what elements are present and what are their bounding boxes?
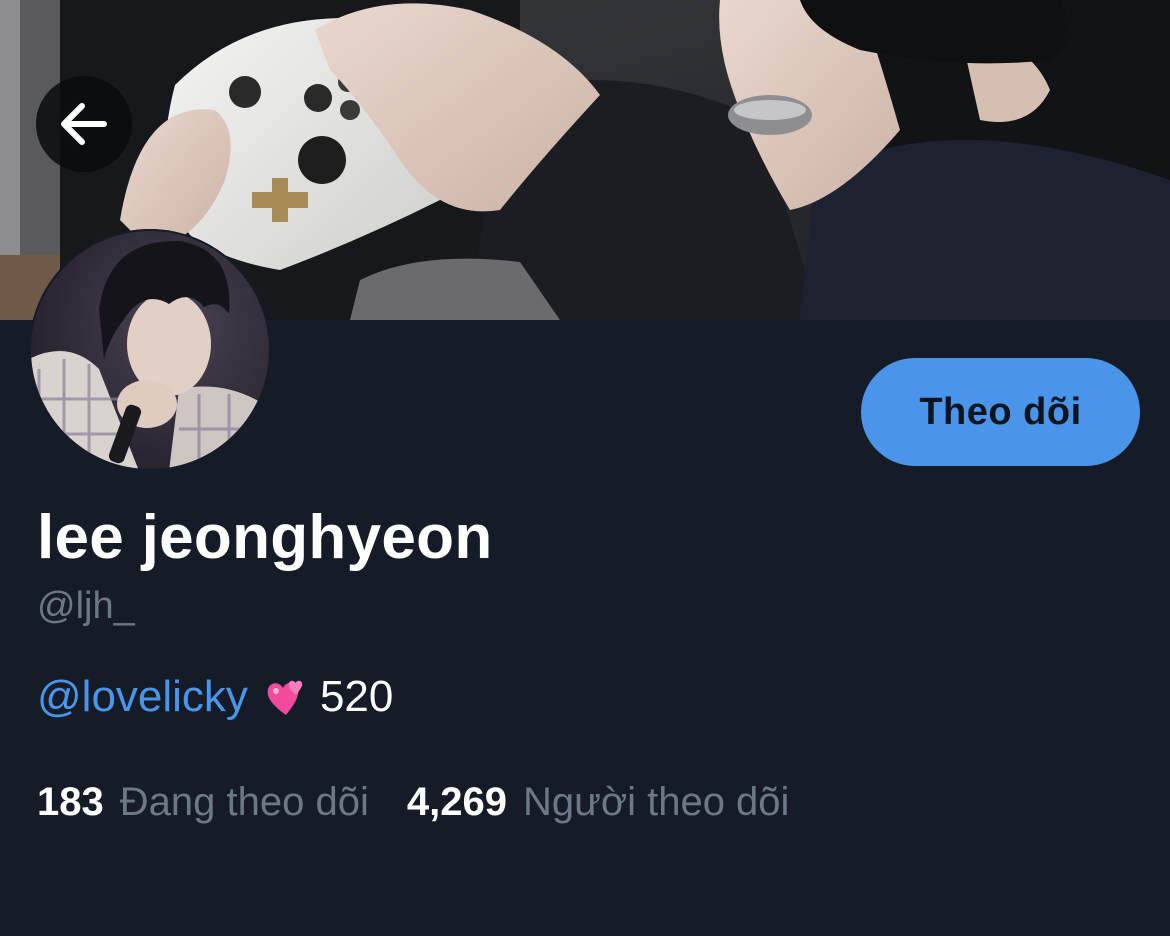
display-name: lee jeonghyeon xyxy=(37,503,493,572)
bio-mention-link[interactable]: @lovelicky xyxy=(37,672,248,722)
following-stat[interactable]: 183 Đang theo dõi xyxy=(37,780,369,825)
arrow-left-icon xyxy=(61,103,107,145)
profile-page: Theo dõi lee jeonghyeon @ljh_ @lovelicky… xyxy=(0,0,1170,936)
follow-stats: 183 Đang theo dõi 4,269 Người theo dõi xyxy=(37,780,789,825)
profile-bio: @lovelicky 520 xyxy=(37,672,393,722)
profile-avatar[interactable] xyxy=(29,229,271,471)
follow-button[interactable]: Theo dõi xyxy=(861,358,1140,466)
followers-count: 4,269 xyxy=(406,780,507,824)
followers-stat[interactable]: 4,269 Người theo dõi xyxy=(407,780,790,825)
followers-label: Người theo dõi xyxy=(522,780,790,824)
bio-text: 520 xyxy=(319,672,394,721)
two-hearts-icon xyxy=(262,673,310,721)
profile-handle: @ljh_ xyxy=(37,585,135,627)
following-count: 183 xyxy=(37,780,104,824)
back-button[interactable] xyxy=(36,76,132,172)
following-label: Đang theo dõi xyxy=(119,780,369,824)
